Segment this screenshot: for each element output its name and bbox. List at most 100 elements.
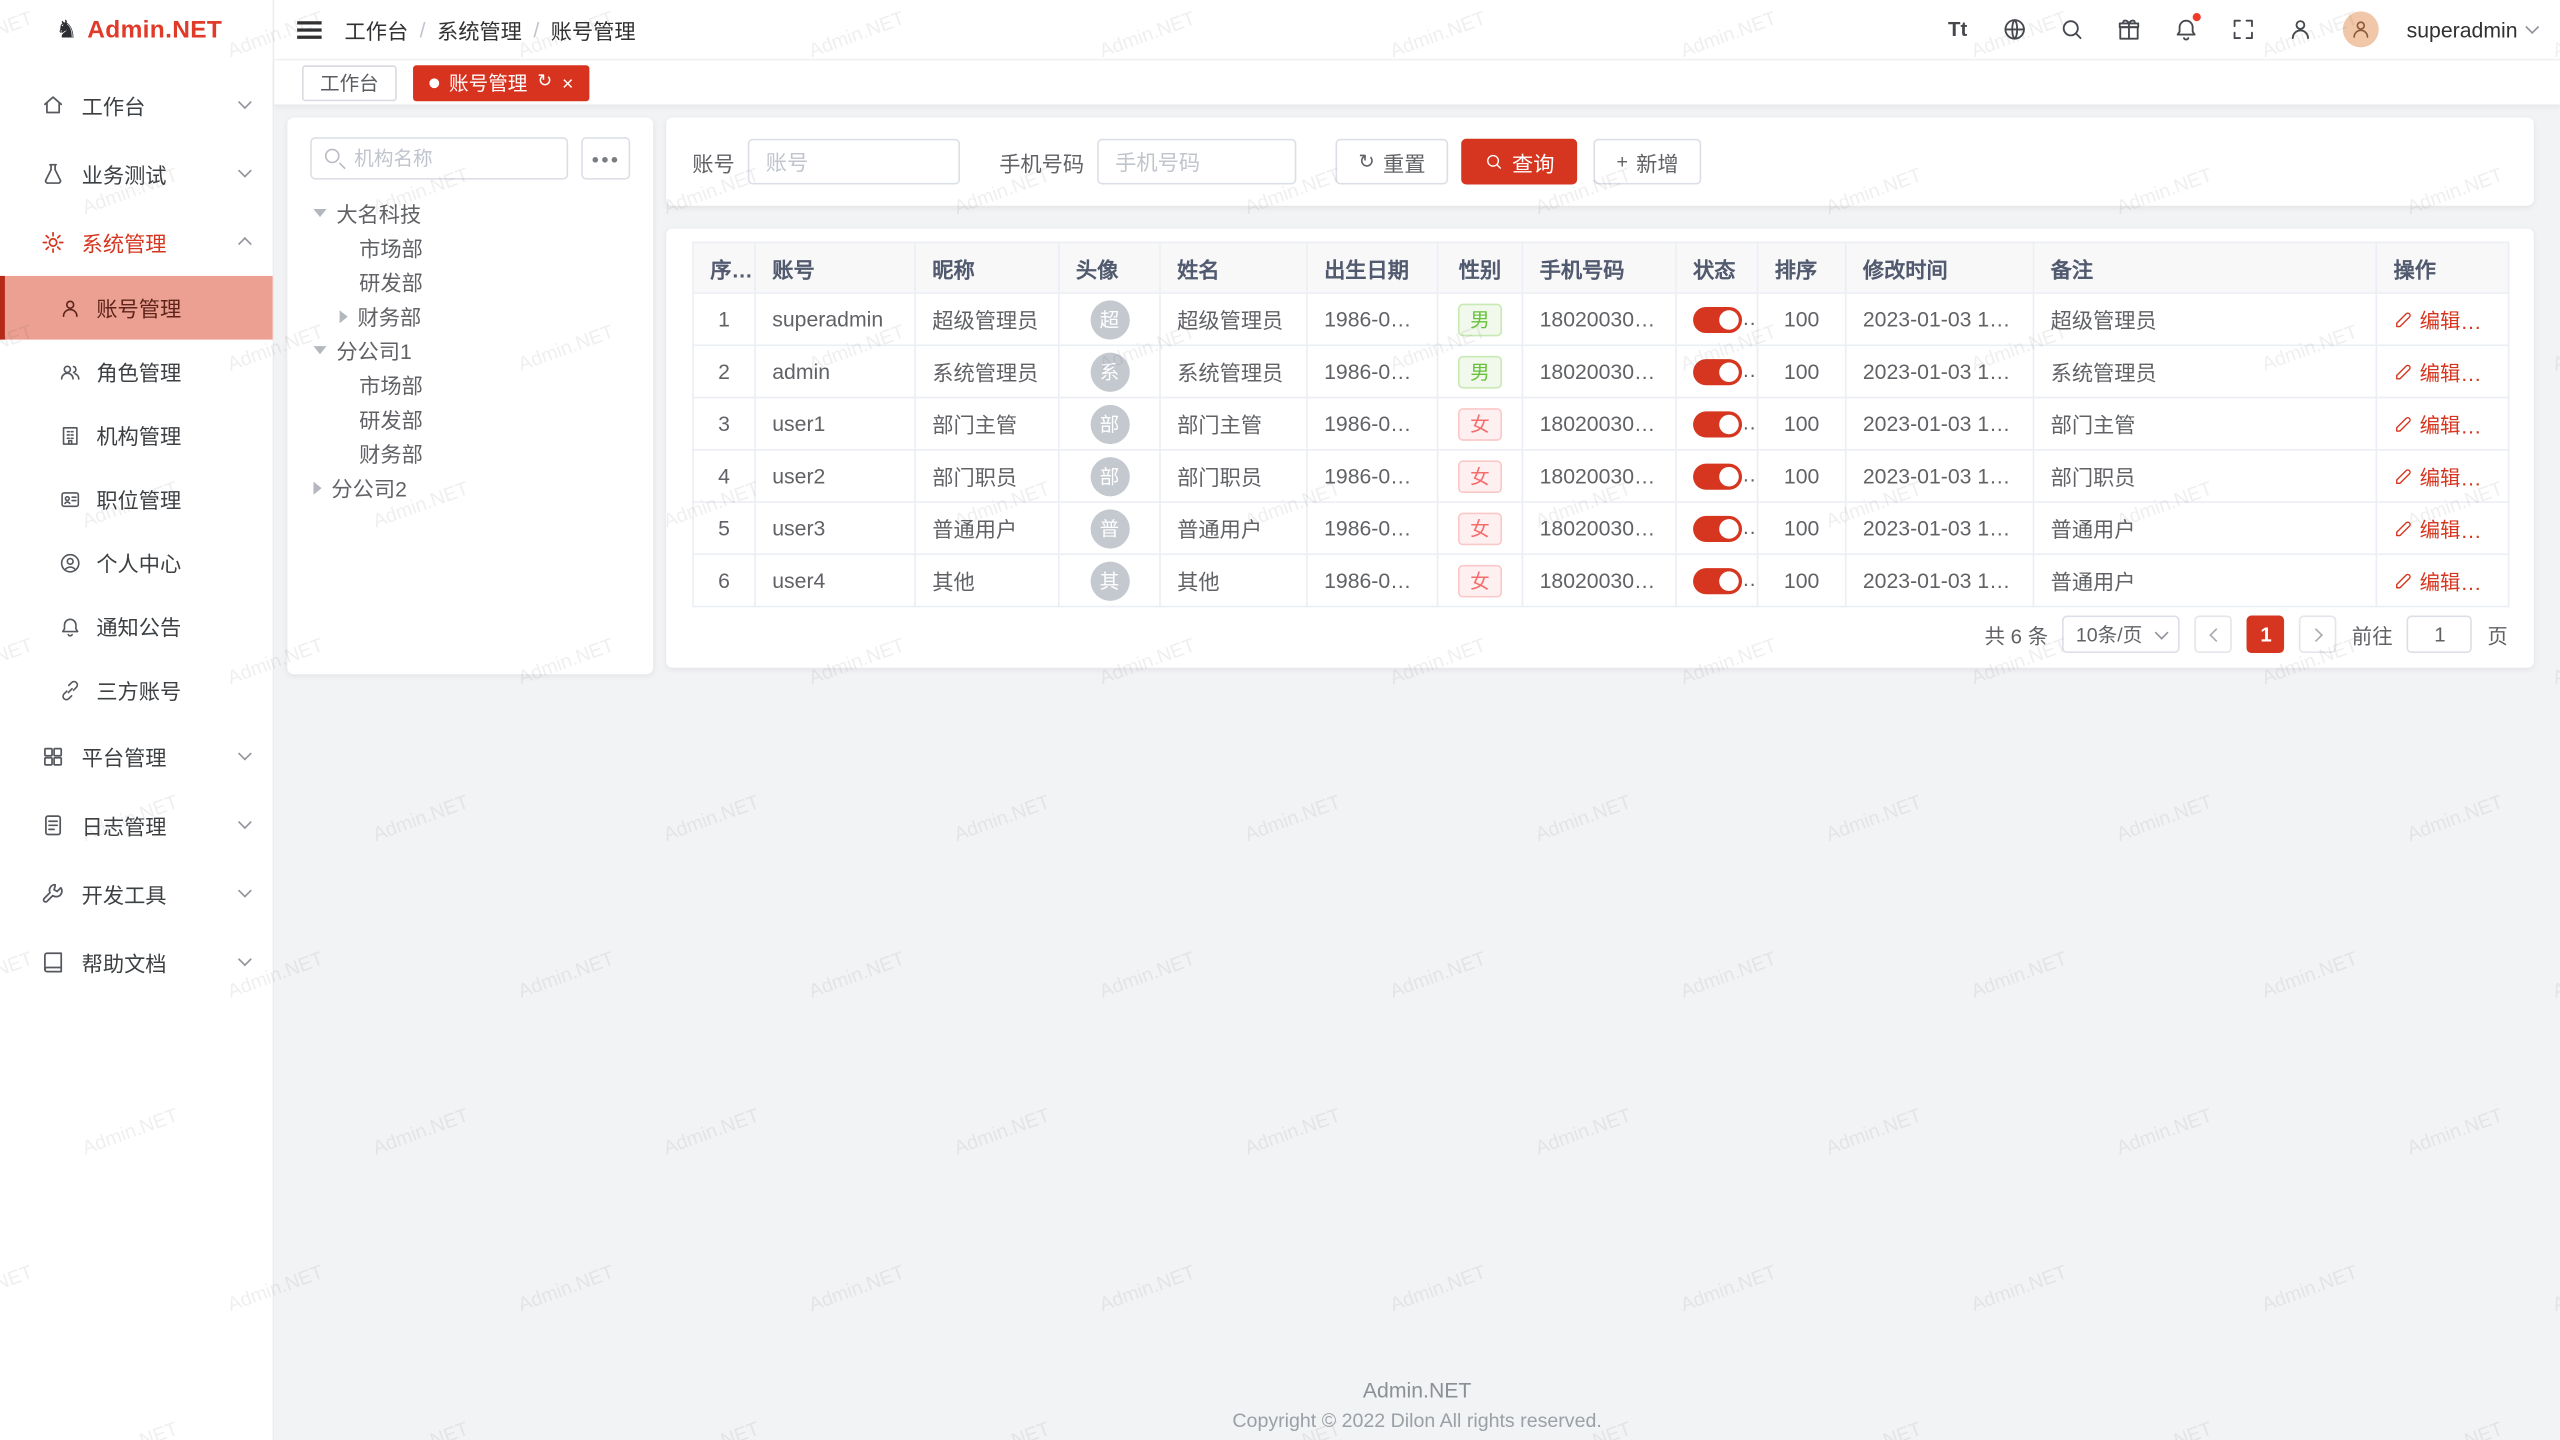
sidebar-item-label: 三方账号 <box>96 674 181 705</box>
tree-node[interactable]: 分公司1 <box>287 333 653 367</box>
tab-workbench[interactable]: 工作台 <box>302 64 397 100</box>
sidebar-item-dev-tools[interactable]: 开发工具 <box>0 859 273 928</box>
edit-button[interactable]: 编辑 <box>2393 304 2460 335</box>
status-toggle[interactable] <box>1693 307 1742 333</box>
sidebar-item-personal-center[interactable]: 个人中心 <box>0 531 273 595</box>
cell-actions: 编辑●●● <box>2376 293 2508 345</box>
cell-modified: 2023-01-03 10:59:44 <box>1846 554 2034 606</box>
footer-title: Admin.NET <box>274 1378 2560 1402</box>
edit-button[interactable]: 编辑 <box>2393 460 2460 491</box>
tree-node-label: 市场部 <box>359 232 423 263</box>
user-menu[interactable]: superadmin <box>2407 17 2538 41</box>
edit-button[interactable]: 编辑 <box>2393 565 2460 596</box>
tree-node[interactable]: 市场部 <box>287 367 653 401</box>
status-toggle[interactable] <box>1693 463 1742 489</box>
sidebar-item-org-mgmt[interactable]: 机构管理 <box>0 403 273 467</box>
org-search-input[interactable] <box>310 137 568 179</box>
cell-account: user1 <box>755 398 915 450</box>
status-toggle[interactable] <box>1693 568 1742 594</box>
page-size-select[interactable]: 10条/页 <box>2063 616 2181 654</box>
tree-more-button[interactable]: ●●● <box>581 137 630 179</box>
search-icon[interactable] <box>2057 15 2086 44</box>
col-birth: 出生日期 <box>1307 242 1438 293</box>
goto-page-input[interactable] <box>2407 616 2472 654</box>
status-toggle[interactable] <box>1693 516 1742 542</box>
sidebar-item-platform-mgmt[interactable]: 平台管理 <box>0 722 273 791</box>
tree-node[interactable]: 市场部 <box>287 230 653 264</box>
cell-sort: 100 <box>1758 450 1846 502</box>
chevron-down-icon <box>2525 20 2539 34</box>
search-icon <box>1484 152 1504 172</box>
prev-page-button[interactable] <box>2195 616 2233 654</box>
bell-icon <box>59 615 82 638</box>
sidebar-item-system-mgmt[interactable]: 系统管理 <box>0 207 273 276</box>
close-icon[interactable]: × <box>562 73 573 93</box>
cell-birth: 1986-06-28 <box>1307 398 1438 450</box>
hamburger-menu-icon[interactable] <box>297 20 321 40</box>
sidebar-item-account-mgmt[interactable]: 账号管理 <box>0 276 273 340</box>
sidebar-item-label: 机构管理 <box>96 420 181 451</box>
cell-gender: 女 <box>1438 502 1523 554</box>
add-button[interactable]: + 新增 <box>1594 139 1702 185</box>
cell-gender: 女 <box>1438 398 1523 450</box>
breadcrumb-item[interactable]: 账号管理 <box>551 14 636 45</box>
home-icon <box>39 91 65 117</box>
status-toggle[interactable] <box>1693 411 1742 437</box>
chevron-down-icon <box>238 164 252 178</box>
phone-input[interactable] <box>1097 139 1296 185</box>
pencil-icon <box>2393 571 2413 591</box>
language-icon[interactable] <box>2000 15 2029 44</box>
cell-name: 普通用户 <box>1160 502 1307 554</box>
reset-label: 重置 <box>1383 146 1425 177</box>
chevron-down-icon <box>238 747 252 761</box>
tab-account-mgmt[interactable]: 账号管理 ↻ × <box>413 64 590 100</box>
tree-node[interactable]: 财务部 <box>287 299 653 333</box>
cell-modified: 2023-01-03 10:59:44 <box>1846 398 2034 450</box>
sidebar-item-notice[interactable]: 通知公告 <box>0 594 273 658</box>
notification-bell-icon[interactable] <box>2172 15 2201 44</box>
theme-icon[interactable] <box>2114 15 2143 44</box>
cell-avatar: 系 <box>1059 345 1160 397</box>
sidebar-item-label: 平台管理 <box>82 740 240 771</box>
logo-icon: ♞ <box>56 18 78 42</box>
search-label: 查询 <box>1512 146 1554 177</box>
sidebar-item-help-docs[interactable]: 帮助文档 <box>0 927 273 996</box>
sidebar-item-third-party[interactable]: 三方账号 <box>0 658 273 722</box>
cell-modified: 2023-01-03 10:59:44 <box>1846 293 2034 345</box>
cell-phone: 18020030720 <box>1522 398 1675 450</box>
page-number-button[interactable]: 1 <box>2247 616 2285 654</box>
sidebar-item-business-test[interactable]: 业务测试 <box>0 139 273 208</box>
document-icon <box>39 811 65 837</box>
fullscreen-icon[interactable] <box>2229 15 2258 44</box>
sidebar-item-workbench[interactable]: 工作台 <box>0 70 273 139</box>
tree-node[interactable]: 分公司2 <box>287 470 653 504</box>
cell-index: 1 <box>693 293 755 345</box>
sidebar-item-position-mgmt[interactable]: 职位管理 <box>0 467 273 531</box>
search-icon <box>325 149 340 164</box>
font-size-icon[interactable]: Tt <box>1943 15 1972 44</box>
reset-button[interactable]: ↻ 重置 <box>1336 139 1449 185</box>
user-icon[interactable] <box>2286 15 2315 44</box>
cell-sort: 100 <box>1758 502 1846 554</box>
search-button[interactable]: 查询 <box>1461 139 1577 185</box>
refresh-icon[interactable]: ↻ <box>537 73 552 91</box>
account-input[interactable] <box>748 139 960 185</box>
col-avatar: 头像 <box>1059 242 1160 293</box>
tree-node[interactable]: 财务部 <box>287 436 653 470</box>
tree-node[interactable]: 大名科技 <box>287 196 653 230</box>
tree-node[interactable]: 研发部 <box>287 402 653 436</box>
sidebar-item-role-mgmt[interactable]: 角色管理 <box>0 340 273 404</box>
tree-node-label: 市场部 <box>359 369 423 400</box>
status-toggle[interactable] <box>1693 359 1742 385</box>
next-page-button[interactable] <box>2300 616 2338 654</box>
edit-button[interactable]: 编辑 <box>2393 408 2460 439</box>
sidebar-item-label: 工作台 <box>82 89 240 120</box>
edit-button[interactable]: 编辑 <box>2393 356 2460 387</box>
edit-button[interactable]: 编辑 <box>2393 513 2460 544</box>
breadcrumb-item[interactable]: 工作台 <box>344 14 408 45</box>
avatar: 超 <box>1090 300 1129 339</box>
avatar[interactable] <box>2343 11 2379 47</box>
sidebar-item-log-mgmt[interactable]: 日志管理 <box>0 790 273 859</box>
tree-node[interactable]: 研发部 <box>287 264 653 298</box>
breadcrumb-item[interactable]: 系统管理 <box>437 14 522 45</box>
